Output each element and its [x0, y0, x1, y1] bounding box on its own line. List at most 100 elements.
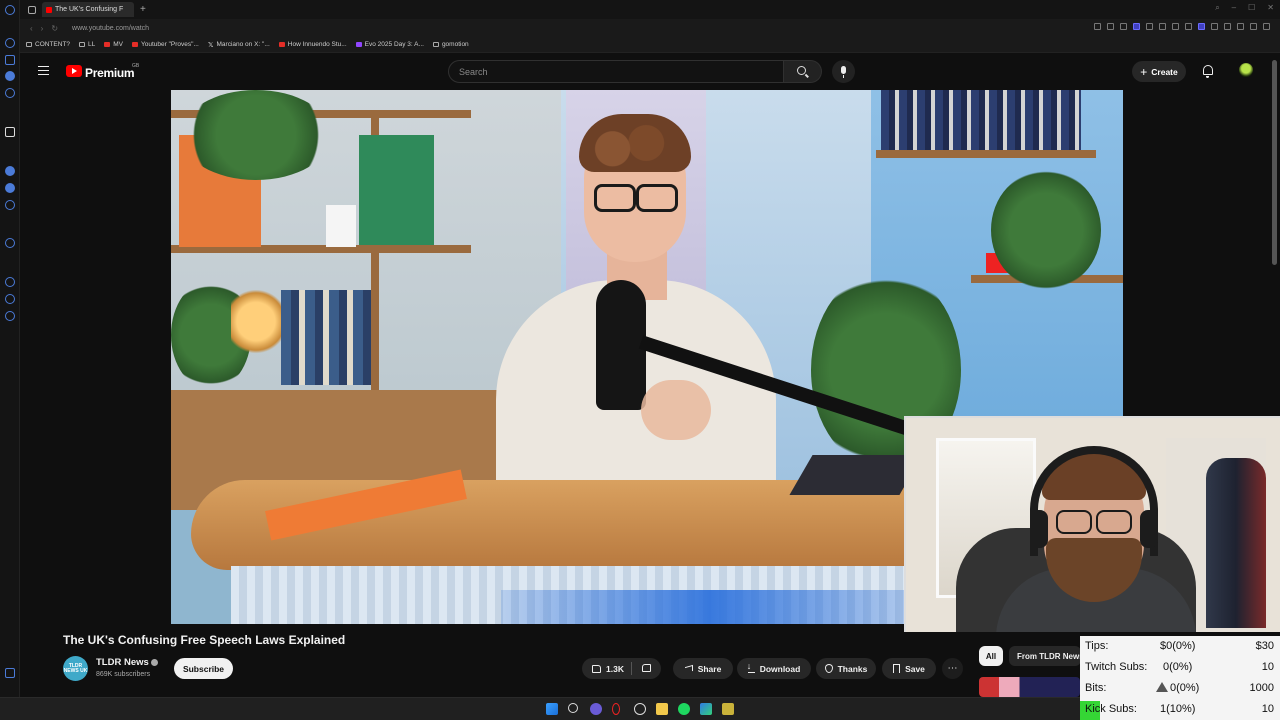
scene-map [359, 135, 434, 245]
bookmarks-bar: CONTENT? LL MV Youtuber "Proves"... 𝕏 Mar… [20, 37, 1280, 53]
webcam-headset [1030, 446, 1158, 556]
player-icon[interactable] [5, 238, 15, 248]
stat-goal: 10 [1261, 661, 1274, 673]
file-explorer-icon[interactable] [656, 703, 668, 715]
tab-active[interactable]: The UK's Confusing F [42, 2, 134, 17]
channel-avatar[interactable]: TLDR NEWS UK [63, 656, 88, 681]
shield-icon[interactable] [1133, 23, 1140, 30]
hamburger-menu-icon[interactable] [38, 66, 49, 75]
heart-icon[interactable] [1172, 23, 1179, 30]
bookmark-item[interactable]: How Innuendo Stu... [278, 41, 347, 48]
scene-plant [181, 90, 331, 180]
save-button[interactable]: Save [882, 658, 936, 679]
chip-all[interactable]: All [979, 646, 1003, 666]
windows-start-icon[interactable] [546, 703, 558, 715]
settings-icon[interactable] [5, 311, 15, 321]
page-scrollbar[interactable] [1272, 60, 1277, 265]
bookmark-item[interactable]: 𝕏 Marciano on X: "... [208, 41, 270, 49]
bookmark-item[interactable]: Youtuber "Proves"... [132, 41, 199, 48]
recommended-video-thumbnail[interactable] [979, 677, 1080, 697]
bookmark-item[interactable]: CONTENT? [26, 41, 70, 48]
lock-icon[interactable] [5, 55, 15, 65]
subscribe-button[interactable]: Subscribe [174, 658, 233, 679]
download-icon [747, 661, 755, 673]
browser-logo-icon[interactable] [5, 5, 15, 15]
like-thumb-icon[interactable] [592, 664, 601, 673]
verified-badge-icon [151, 659, 158, 666]
bookmark-icon [893, 664, 901, 673]
stat-label: Kick Subs: [1085, 703, 1137, 715]
instagram-icon[interactable] [5, 200, 15, 210]
search-button[interactable] [784, 60, 822, 83]
play-icon[interactable] [1159, 23, 1166, 30]
youtube-logo-icon[interactable] [66, 65, 82, 77]
app-icon[interactable] [700, 703, 712, 715]
maximize-icon[interactable]: ☐ [1248, 3, 1255, 13]
windows-taskbar [0, 697, 1080, 720]
extension-icon[interactable] [1250, 23, 1257, 30]
download-icon[interactable] [5, 294, 15, 304]
bookmark-item[interactable]: gomotion [432, 41, 469, 48]
youtube-brand[interactable]: Premium [85, 66, 135, 80]
app-icon[interactable] [722, 703, 734, 715]
navigation-arrows-icon[interactable]: ‹›↻ [30, 24, 66, 33]
bookmark-item[interactable]: MV [104, 41, 123, 48]
more-icon[interactable] [5, 668, 15, 678]
minimize-icon[interactable]: – [1232, 3, 1236, 13]
bookmark-item[interactable]: LL [79, 41, 95, 48]
close-icon[interactable]: ✕ [1267, 3, 1274, 13]
clock-icon[interactable] [5, 277, 15, 287]
extension-icon[interactable] [1146, 23, 1153, 30]
app-icon[interactable] [590, 703, 602, 715]
extension-icon[interactable] [1120, 23, 1127, 30]
messages-icon[interactable] [5, 71, 15, 81]
speaker-icon[interactable] [1198, 23, 1205, 30]
extension-icon[interactable] [1237, 23, 1244, 30]
search-input[interactable] [449, 61, 783, 82]
account-avatar[interactable] [1239, 63, 1253, 77]
bookmark-item[interactable]: Evo 2025 Day 3: A... [355, 41, 424, 48]
stat-row-bits: Bits: 0(0%) 1000 [1080, 678, 1280, 699]
twitch-icon [355, 42, 362, 47]
zoom-icon[interactable] [1094, 23, 1101, 30]
stat-label: Twitch Subs: [1085, 661, 1148, 673]
search-tabs-icon[interactable]: ⌕ [1215, 3, 1219, 13]
chip-from-channel[interactable]: From TLDR News [1009, 646, 1081, 666]
extension-icon[interactable] [1211, 23, 1218, 30]
folder-icon [26, 42, 32, 47]
aria-icon[interactable] [5, 127, 15, 137]
stat-goal: $30 [1255, 640, 1274, 652]
subscriber-count: 869K subscribers [96, 671, 151, 678]
extension-icon[interactable] [1107, 23, 1114, 30]
stat-goal: 10 [1261, 703, 1274, 715]
window-controls: ⌕ – ☐ ✕ [1215, 3, 1274, 13]
like-count[interactable]: 1.3K [606, 664, 624, 674]
stream-goals-panel: Tips: $0(0%) $30 Twitch Subs: 0(0%) 10 B… [1080, 636, 1280, 720]
new-tab-icon[interactable]: + [140, 4, 146, 15]
opera-icon[interactable] [612, 703, 620, 715]
voice-search-button[interactable] [832, 60, 855, 83]
screen: The UK's Confusing F + ⌕ – ☐ ✕ ‹›↻ www.y… [0, 0, 1280, 720]
tab-menu-icon[interactable] [28, 5, 36, 14]
browser-icon[interactable] [634, 703, 646, 715]
extension-icon[interactable] [1224, 23, 1231, 30]
history-icon[interactable] [5, 88, 15, 98]
profile-icon[interactable] [1263, 23, 1270, 30]
refresh-icon[interactable] [5, 38, 15, 48]
spotify-icon[interactable] [678, 703, 690, 715]
more-actions-button[interactable]: ⋯ [942, 658, 963, 679]
channel-name[interactable]: TLDR News [96, 657, 149, 668]
dislike-thumb-icon[interactable] [642, 664, 651, 672]
messenger-icon[interactable] [5, 183, 15, 193]
download-button[interactable]: Download [737, 658, 811, 679]
url-field[interactable]: www.youtube.com/watch [72, 25, 149, 32]
discord-icon[interactable] [5, 166, 15, 176]
bookmark-icon [79, 42, 86, 47]
stat-goal: 1000 [1249, 682, 1274, 694]
notifications-bell-icon[interactable] [1203, 65, 1213, 78]
taskbar-search-icon[interactable] [568, 703, 578, 713]
thanks-button[interactable]: Thanks [816, 658, 876, 679]
share-button[interactable]: Share [673, 658, 733, 679]
extension-icon[interactable] [1185, 23, 1192, 30]
create-button[interactable]: + Create [1132, 61, 1186, 82]
